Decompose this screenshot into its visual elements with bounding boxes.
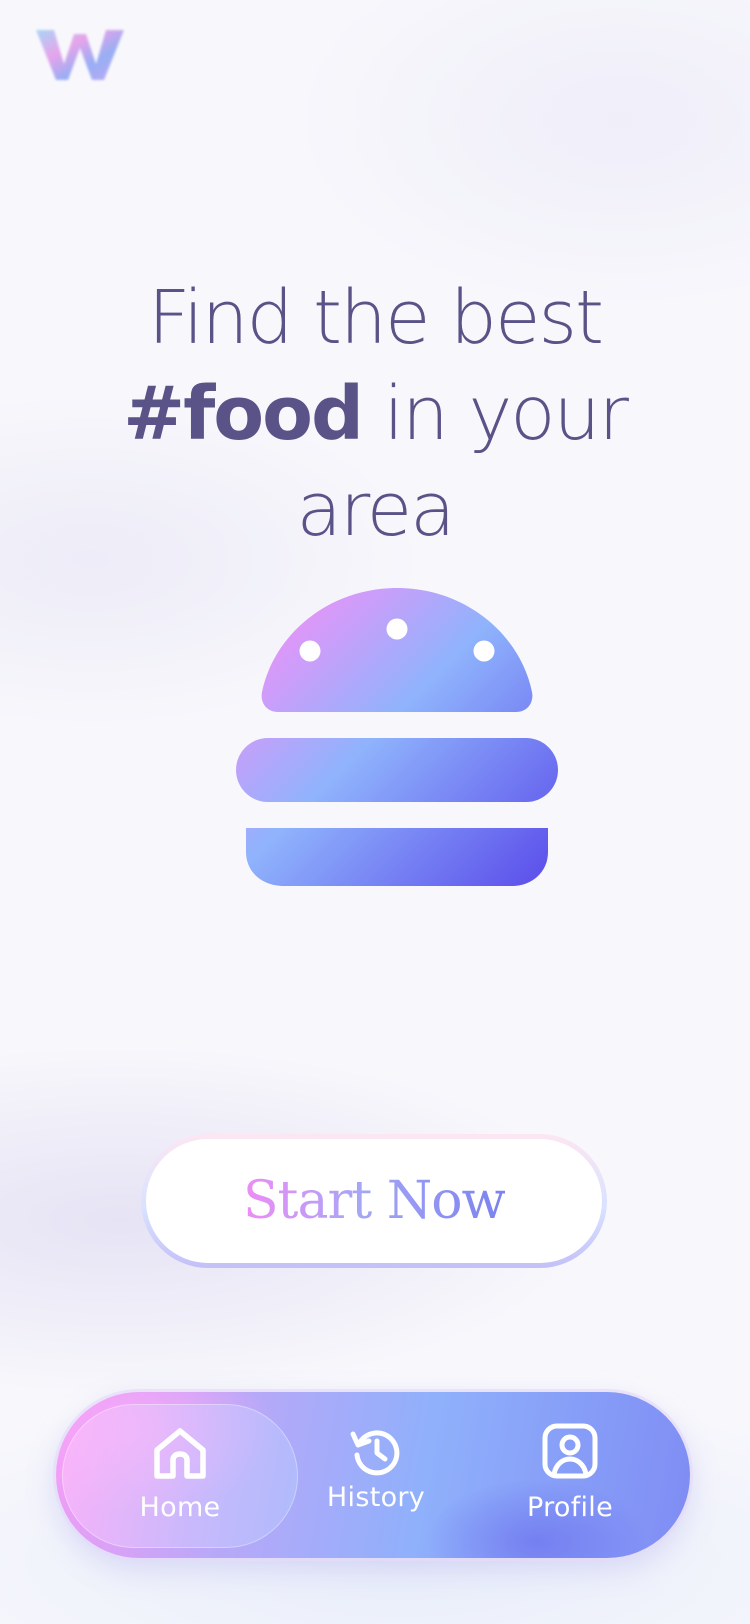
headline-line-3: area <box>296 467 455 553</box>
burger-patty <box>236 738 558 802</box>
w-logo-icon <box>34 26 126 86</box>
tab-history[interactable]: History <box>310 1392 442 1558</box>
tab-home[interactable]: Home <box>118 1392 242 1558</box>
tab-home-label: Home <box>139 1492 221 1523</box>
hero-headline: Find the best #food in your area <box>0 270 750 558</box>
sesame-seed <box>299 640 321 662</box>
tab-profile[interactable]: Profile <box>508 1392 632 1558</box>
sesame-seed <box>386 618 408 640</box>
headline-line-1: Find the best <box>147 275 604 361</box>
tab-profile-label: Profile <box>526 1492 614 1523</box>
headline-line-2-rest: in your <box>361 371 628 457</box>
start-now-label: Start Now <box>242 1171 506 1231</box>
burger-bottom-bun <box>246 828 548 886</box>
start-now-button-inner: Start Now <box>146 1139 602 1263</box>
headline-hashtag: #food <box>123 371 364 457</box>
w-logo-svg <box>36 30 124 80</box>
bottom-tab-bar: Home History Profile <box>56 1392 690 1558</box>
burger-illustration <box>236 588 558 886</box>
sesame-seed <box>473 640 495 662</box>
history-icon <box>350 1392 402 1478</box>
tab-history-label: History <box>326 1482 426 1513</box>
profile-icon <box>541 1392 599 1480</box>
burger-icon <box>234 584 560 890</box>
start-now-button[interactable]: Start Now <box>141 1134 607 1268</box>
headline-line-2: #food in your <box>0 366 750 462</box>
home-icon <box>151 1392 209 1482</box>
